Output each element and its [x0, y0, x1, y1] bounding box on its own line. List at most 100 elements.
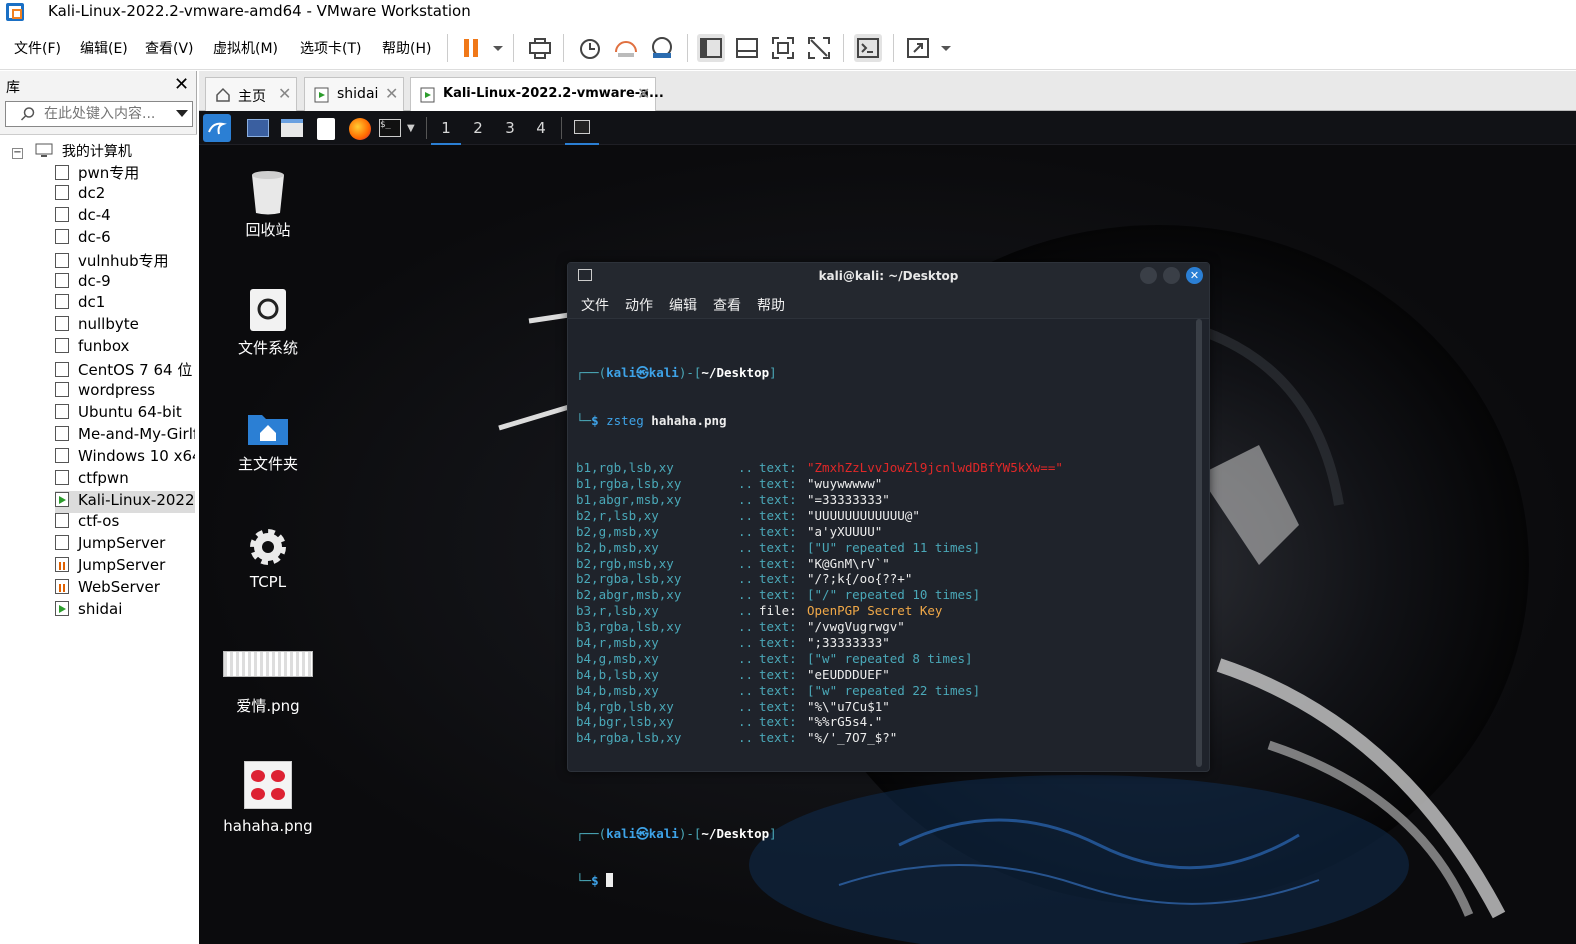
- desktop-icon-tcpl[interactable]: TCPL: [208, 525, 328, 591]
- terminal-menu-file[interactable]: 文件: [581, 295, 609, 315]
- zsteg-kind: text:: [759, 587, 797, 603]
- tab-home[interactable]: 主页 ✕: [205, 77, 297, 111]
- desktop-icon-trash[interactable]: 回收站: [208, 169, 328, 240]
- full-screen-icon[interactable]: [769, 34, 797, 62]
- send-ctrl-alt-del-icon[interactable]: [526, 34, 554, 62]
- tree-item-vm[interactable]: JumpServer: [55, 534, 195, 556]
- vm-icon: [55, 338, 69, 354]
- terminal-scrollbar[interactable]: [1196, 319, 1202, 767]
- file-manager-icon[interactable]: [281, 119, 303, 137]
- terminal-menu-edit[interactable]: 编辑: [669, 295, 697, 315]
- tree-item-vm[interactable]: CentOS 7 64 位: [55, 359, 195, 381]
- desktop-icon-hahaha-png[interactable]: hahaha.png: [208, 761, 328, 835]
- tree-item-vm[interactable]: dc2: [55, 184, 195, 206]
- kali-menu-icon[interactable]: [203, 114, 231, 142]
- chevron-down-icon[interactable]: [176, 110, 188, 118]
- tree-root-my-computer[interactable]: − 我的计算机: [12, 141, 132, 161]
- thumbnail-bar-icon[interactable]: [733, 34, 761, 62]
- tab-kali[interactable]: Kali-Linux-2022.2-vmware-a... ✕: [410, 77, 664, 111]
- tree-item-vm[interactable]: Me-and-My-Girlfriend: [55, 425, 195, 447]
- tree-item-vm[interactable]: funbox: [55, 337, 195, 359]
- tree-item-vm[interactable]: dc1: [55, 293, 195, 315]
- tree-item-vm[interactable]: dc-9: [55, 272, 195, 294]
- tab-kali-close-icon[interactable]: ✕: [637, 84, 650, 103]
- workspace-2[interactable]: 2: [463, 119, 493, 137]
- desktop-icon-aiqing-png[interactable]: 爱情.png: [208, 651, 328, 716]
- maximize-button[interactable]: [1163, 267, 1180, 284]
- terminal-menu-help[interactable]: 帮助: [757, 295, 785, 315]
- tree-item-vm[interactable]: vulnhub专用: [55, 250, 195, 272]
- tab-home-close-icon[interactable]: ✕: [278, 84, 291, 103]
- zsteg-value: "%/'_7O7_$?": [807, 730, 898, 746]
- revert-snapshot-icon[interactable]: [612, 34, 640, 62]
- tree-item-vm[interactable]: nullbyte: [55, 315, 195, 337]
- terminal-menu-actions[interactable]: 动作: [625, 295, 653, 315]
- desktop-icon-filesystem[interactable]: 文件系统: [208, 287, 328, 358]
- menu-view[interactable]: 查看(V): [145, 38, 194, 58]
- console-view-icon[interactable]: [854, 34, 882, 62]
- terminal-output[interactable]: ┌──(kali㉿kali)-[~/Desktop] └─$ zsteg hah…: [576, 333, 1196, 889]
- tree-item-vm[interactable]: ctfpwn: [55, 469, 195, 491]
- vm-icon: [55, 184, 69, 200]
- tree-item-vm[interactable]: dc-6: [55, 228, 195, 250]
- menu-vm[interactable]: 虚拟机(M): [213, 38, 278, 58]
- collapse-icon[interactable]: −: [12, 148, 23, 159]
- tree-item-vm[interactable]: dc-4: [55, 206, 195, 228]
- tree-item-vm[interactable]: Kali-Linux-2022.2-vmware-amd64: [55, 490, 195, 513]
- zsteg-value: "ZmxhZzLvvJowZl9jcnlwdDBfYW5kXw==": [807, 460, 1063, 476]
- menu-file[interactable]: 文件(F): [14, 38, 61, 58]
- stretch-icon[interactable]: [904, 34, 932, 62]
- zsteg-value: "/?;k{/oo{??+": [807, 571, 913, 587]
- library-close-icon[interactable]: ✕: [174, 74, 189, 95]
- workspace-4[interactable]: 4: [526, 119, 556, 137]
- zsteg-kind: text:: [759, 635, 797, 651]
- workspace-3[interactable]: 3: [495, 119, 525, 137]
- input-line[interactable]: └─$: [576, 873, 1196, 889]
- terminal-launcher-icon[interactable]: $_: [379, 119, 401, 137]
- menu-edit[interactable]: 编辑(E): [80, 38, 128, 58]
- stretch-dropdown-icon[interactable]: [932, 34, 951, 62]
- tree-item-vm[interactable]: wordpress: [55, 381, 195, 403]
- snapshot-icon[interactable]: [576, 34, 604, 62]
- firefox-icon[interactable]: [349, 118, 371, 140]
- minimize-button[interactable]: [1140, 267, 1157, 284]
- zsteg-separator: ..: [738, 666, 754, 682]
- vm-running-icon: [420, 87, 435, 103]
- workspace-1[interactable]: 1: [431, 119, 461, 145]
- library-search[interactable]: [5, 101, 193, 127]
- pause-icon[interactable]: [458, 34, 486, 62]
- vm-icon: [55, 513, 69, 529]
- snapshot-manager-icon[interactable]: [648, 34, 676, 62]
- terminal-window[interactable]: kali@kali: ~/Desktop ✕ 文件 动作 编辑 查看 帮助 ┌─…: [567, 262, 1210, 889]
- library-search-input[interactable]: [44, 105, 164, 123]
- tree-item-vm[interactable]: Windows 10 x64: [55, 447, 195, 469]
- taskbar-terminal-window[interactable]: [565, 115, 599, 145]
- text-editor-icon[interactable]: [317, 118, 335, 140]
- terminal-menu-view[interactable]: 查看: [713, 295, 741, 315]
- tab-shidai-close-icon[interactable]: ✕: [385, 84, 398, 103]
- tree-item-vm[interactable]: pwn专用: [55, 162, 195, 184]
- close-icon[interactable]: ✕: [1186, 267, 1203, 284]
- tree-item-vm[interactable]: ctf-os: [55, 512, 195, 534]
- library-pane: 库 ✕ − 我的计算机 pwn专用dc2 dc-4 dc-6 vulnhub专用dc-…: [0, 71, 197, 944]
- power-dropdown-icon[interactable]: [484, 34, 503, 62]
- library-toggle-icon[interactable]: [697, 34, 725, 62]
- zsteg-channel: b1,rgba,lsb,xy: [576, 476, 682, 492]
- tree-item-vm[interactable]: Ubuntu 64-bit: [55, 403, 195, 425]
- terminal-title: kali@kali: ~/Desktop: [818, 269, 959, 283]
- tree-item-vm[interactable]: WebServer: [55, 578, 195, 600]
- menu-tabs[interactable]: 选项卡(T): [300, 38, 361, 58]
- tree-item-vm[interactable]: JumpServer: [55, 556, 195, 578]
- zsteg-separator: ..: [738, 587, 754, 603]
- zsteg-result-row: b4,r,msb,xy.. text: ";33333333": [576, 635, 1196, 651]
- zsteg-value: ["w" repeated 8 times]: [807, 650, 973, 666]
- terminal-titlebar[interactable]: kali@kali: ~/Desktop ✕: [568, 263, 1209, 289]
- chevron-down-icon[interactable]: ▼: [407, 123, 415, 134]
- zsteg-result-row: b2,r,lsb,xy.. text: "UUUUUUUUUUUU@": [576, 508, 1196, 524]
- show-desktop-icon[interactable]: [247, 119, 269, 137]
- tree-item-vm[interactable]: shidai: [55, 600, 195, 622]
- desktop-icon-home[interactable]: 主文件夹: [208, 409, 328, 474]
- tab-shidai[interactable]: shidai ✕: [304, 77, 404, 111]
- menu-help[interactable]: 帮助(H): [382, 38, 431, 58]
- unity-icon[interactable]: [805, 34, 833, 62]
